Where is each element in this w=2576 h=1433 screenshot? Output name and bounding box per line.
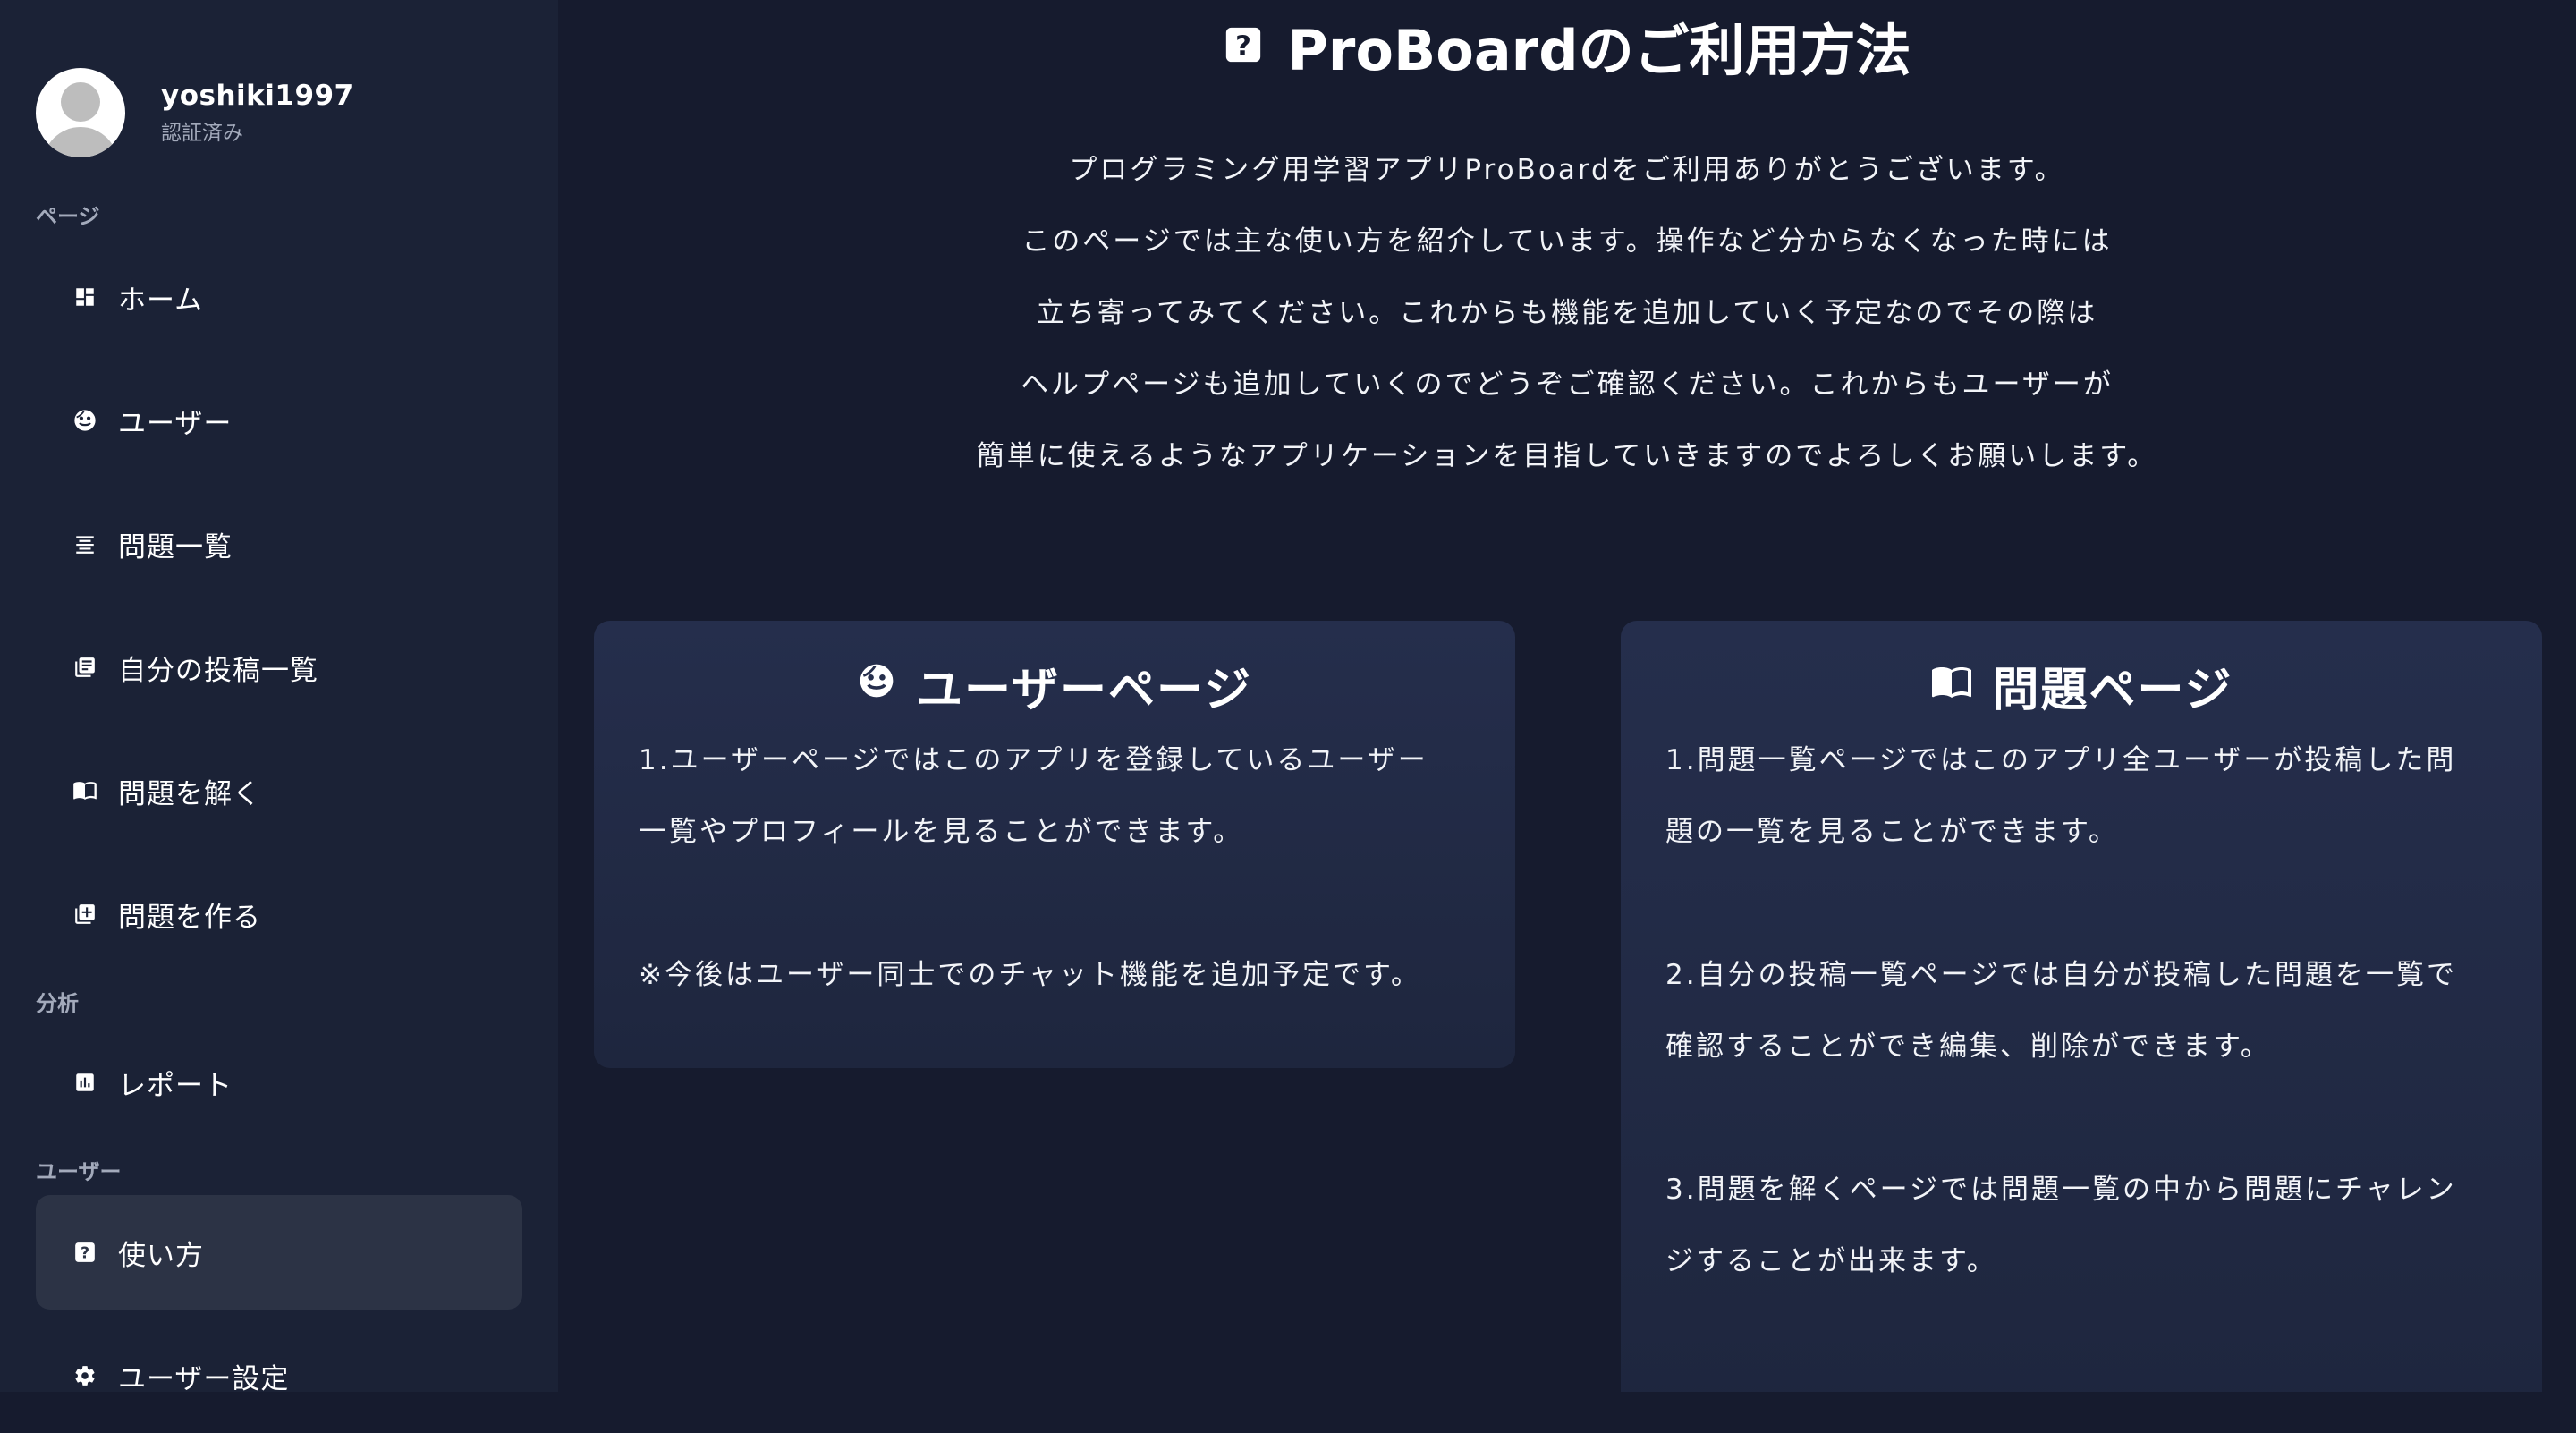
svg-text:?: ? [80,1245,89,1263]
card-line: 1.ユーザーページではこのアプリを登録しているユーザー [639,744,1428,776]
sidebar-item-label: 問題を作る [118,901,261,934]
verified-status: 認証済み [161,122,243,145]
user-page-card: ユーザーページ 1.ユーザーページではこのアプリを登録しているユーザー 一覧やプ… [594,621,1515,1068]
problem-page-card: 問題ページ 1.問題一覧ページではこのアプリ全ユーザーが投稿した問 題の一覧を見… [1621,621,2542,1392]
face-icon [72,407,98,434]
sidebar-item-help[interactable]: ? 使い方 [36,1195,522,1310]
card-line: 題の一覧を見ることができます。 [1665,816,2119,848]
sidebar-item-label: ユーザー [118,407,233,440]
card-line: ※今後はユーザー同士でのチャット機能を追加予定です。 [639,959,1421,991]
section-label-analysis: 分析 [36,991,79,1016]
sidebar-item-problem-list[interactable]: 問題一覧 [36,487,522,601]
book-icon [1930,658,1973,712]
main-content: ? ProBoardのご利用方法 プログラミング用学習アプリProBoardをご… [558,0,2576,1392]
card-line: 一覧やプロフィールを見ることができます。 [639,816,1244,848]
intro-line: 立ち寄ってみてください。これからも機能を追加していく予定なのでその際は [1036,297,2098,329]
library-books-icon [72,654,98,681]
app-root: yoshiki1997 認証済み ページ ホーム ユーザー 問題一覧 自分の投稿… [0,0,2576,1395]
sidebar-item-report[interactable]: レポート [36,1025,522,1140]
sidebar-item-solve[interactable]: 問題を解く [36,733,522,848]
help-icon: ? [1223,13,1264,79]
add-box-icon [72,901,98,928]
sidebar-item-home[interactable]: ホーム [36,240,522,354]
help-icon: ? [72,1239,98,1266]
sidebar-item-label: ユーザー設定 [118,1362,290,1395]
section-label-pages: ページ [36,204,100,229]
sidebar-item-label: レポート [118,1069,233,1102]
intro-text: プログラミング用学習アプリProBoardをご利用ありがとうございます。 このペ… [558,134,2576,492]
intro-line: プログラミング用学習アプリProBoardをご利用ありがとうございます。 [1069,154,2065,186]
card-title-text: ユーザーページ [916,663,1252,717]
card-line: ジすることが出来ます。 [1665,1245,1997,1277]
sidebar-item-label: 使い方 [118,1239,204,1272]
sidebar-item-label: 問題一覧 [118,530,233,564]
card-title: ユーザーページ [639,658,1470,717]
user-profile[interactable]: yoshiki1997 認証済み [36,68,354,157]
sidebar-item-create[interactable]: 問題を作る [36,857,522,971]
svg-text:?: ? [1235,30,1251,62]
card-body: 1.問題一覧ページではこのアプリ全ユーザーが投稿した問 題の一覧を見ることができ… [1665,725,2497,1297]
sidebar-item-users[interactable]: ユーザー [36,363,522,478]
sidebar-item-label: 問題を解く [118,777,261,810]
intro-line: このページでは主な使い方を紹介しています。操作など分からなくなった時には [1021,225,2113,258]
chart-icon [72,1069,98,1096]
section-label-user: ユーザー [36,1159,122,1184]
gear-icon [72,1362,98,1389]
sidebar-item-label: ホーム [118,284,204,317]
card-body: 1.ユーザーページではこのアプリを登録しているユーザー 一覧やプロフィールを見る… [639,725,1470,1011]
card-line: 確認することができ編集、削除ができます。 [1665,1030,2271,1063]
book-icon [72,777,98,804]
card-title: 問題ページ [1665,658,2497,717]
sidebar-item-my-posts[interactable]: 自分の投稿一覧 [36,610,522,725]
intro-line: 簡単に使えるようなアプリケーションを目指していきますのでよろしくお願いします。 [976,440,2158,472]
intro-line: ヘルプページも追加していくのでどうぞご確認ください。これからもユーザーが [1021,369,2114,401]
page-title-text: ProBoardのご利用方法 [1287,18,1911,83]
avatar[interactable] [36,68,125,157]
card-line: 3.問題を解くページでは問題一覧の中から問題にチャレン [1665,1174,2457,1206]
username: yoshiki1997 [161,80,354,112]
dashboard-icon [72,284,98,310]
card-line: 1.問題一覧ページではこのアプリ全ユーザーが投稿した問 [1665,744,2457,776]
list-icon [72,530,98,557]
face-icon [857,658,896,712]
sidebar-item-settings[interactable]: ユーザー設定 [36,1319,522,1433]
sidebar: yoshiki1997 認証済み ページ ホーム ユーザー 問題一覧 自分の投稿… [0,0,558,1395]
card-line: 2.自分の投稿一覧ページでは自分が投稿した問題を一覧で [1665,959,2457,991]
card-title-text: 問題ページ [1992,663,2233,717]
page-title: ? ProBoardのご利用方法 [558,5,2576,86]
sidebar-item-label: 自分の投稿一覧 [118,654,318,687]
